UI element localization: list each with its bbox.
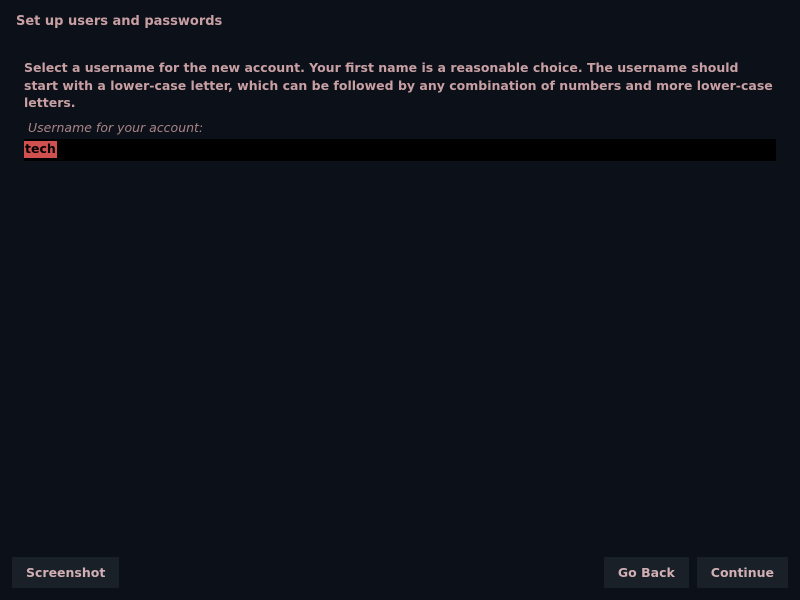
screenshot-button[interactable]: Screenshot [12,557,119,588]
description-text: Select a username for the new account. Y… [24,59,776,112]
username-value: tech [24,141,57,158]
continue-button[interactable]: Continue [697,557,788,588]
main-content: Select a username for the new account. Y… [0,37,800,169]
page-title: Set up users and passwords [16,14,784,29]
footer: Screenshot Go Back Continue [0,554,800,600]
header: Set up users and passwords [0,0,800,37]
username-label: Username for your account: [28,120,776,135]
go-back-button[interactable]: Go Back [604,557,689,588]
username-input[interactable]: tech [24,139,776,161]
